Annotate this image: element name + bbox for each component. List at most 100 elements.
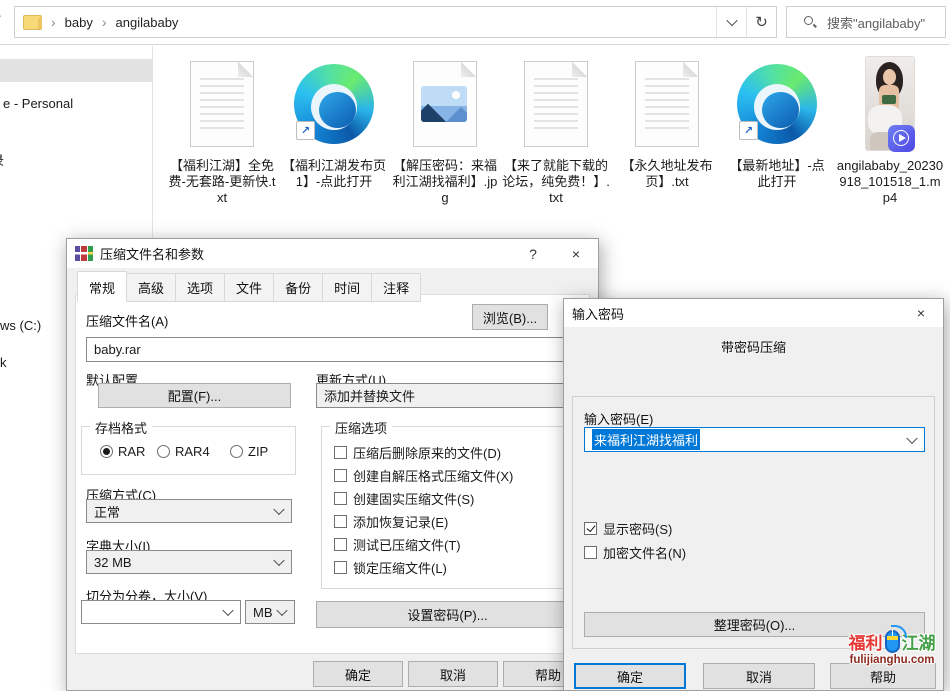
radio-icon — [157, 445, 170, 458]
volume-size-combobox[interactable] — [81, 600, 241, 624]
chevron-down-icon — [273, 504, 284, 515]
compression-method-combobox[interactable]: 正常 — [86, 499, 292, 523]
close-icon[interactable]: × — [556, 239, 596, 268]
browse-button[interactable]: 浏览(B)... — [472, 304, 548, 330]
breadcrumb-item-baby[interactable]: baby — [65, 15, 93, 30]
address-bar[interactable]: › baby › angilababy ↻ — [14, 6, 777, 38]
play-icon — [888, 125, 915, 152]
sidebar-item-clipped[interactable]: 录 — [0, 150, 10, 168]
file-item[interactable]: ↗ 【福利江湖发布页1】-点此打开 — [280, 55, 388, 190]
archive-format-group: 存档格式 RAR RAR4 ZIP — [81, 426, 296, 475]
checkbox-icon — [334, 561, 347, 574]
file-name: 【来了就能下载的论坛，纯免费！】.txt — [502, 158, 610, 206]
sidebar-item-onedrive[interactable]: e - Personal — [3, 96, 73, 111]
radio-rar4[interactable]: RAR4 — [157, 444, 210, 459]
chevron-down-icon — [276, 605, 287, 616]
mouse-icon — [885, 630, 900, 653]
file-item[interactable]: 【解压密码：来福利江湖找福利】.jpg — [391, 55, 499, 206]
archive-name-label: 压缩文件名(A) — [86, 311, 168, 330]
checkbox-recovery[interactable]: 添加恢复记录(E) — [334, 512, 448, 531]
search-input[interactable]: 搜索"angilababy" — [786, 6, 946, 38]
edge-browser-icon: ↗ — [280, 55, 388, 152]
cancel-button[interactable]: 取消 — [408, 661, 498, 687]
address-dropdown-button[interactable] — [716, 7, 746, 37]
file-item[interactable]: 【福利江湖】全免费-无套路-更新快.txt — [168, 55, 276, 206]
file-item[interactable]: 【永久地址发布页】.txt — [613, 55, 721, 190]
tab-files[interactable]: 文件 — [225, 273, 274, 302]
checkbox-test[interactable]: 测试已压缩文件(T) — [334, 535, 461, 554]
text-file-icon — [168, 55, 276, 152]
password-value: 来福利江湖找福利 — [592, 429, 700, 450]
help-button[interactable]: 帮助 — [830, 663, 936, 689]
set-password-button[interactable]: 设置密码(P)... — [316, 601, 579, 628]
edge-browser-icon: ↗ — [723, 55, 831, 152]
winrar-archive-dialog: 压缩文件名和参数 ? × 常规 高级 选项 文件 备份 时间 注释 压缩文件名(… — [66, 238, 599, 691]
cancel-button[interactable]: 取消 — [703, 663, 815, 689]
archive-name-value: baby.rar — [94, 342, 141, 357]
sidebar-item-drive-c[interactable]: ws (C:) — [0, 318, 41, 333]
dialog-title-bar[interactable]: 输入密码 — [564, 299, 943, 327]
refresh-icon: ↻ — [755, 13, 768, 31]
chevron-down-icon — [906, 432, 917, 443]
checkbox-delete-files[interactable]: 压缩后删除原来的文件(D) — [334, 443, 501, 462]
checkbox-icon — [334, 515, 347, 528]
ok-button[interactable]: 确定 — [313, 661, 403, 687]
chevron-down-icon — [222, 605, 233, 616]
dialog-title: 压缩文件名和参数 — [100, 244, 204, 263]
dialog-title: 输入密码 — [572, 304, 624, 323]
compression-options-group: 压缩选项 压缩后删除原来的文件(D) 创建自解压格式压缩文件(X) 创建固实压缩… — [321, 426, 581, 589]
watermark-domain: fulijianghu.com — [836, 654, 948, 666]
file-name: angilababy_20230918_101518_1.mp4 — [836, 158, 944, 206]
radio-rar[interactable]: RAR — [100, 444, 145, 459]
tab-general[interactable]: 常规 — [77, 271, 127, 302]
sidebar-item-k[interactable]: k — [0, 355, 7, 370]
address-bar-controls: ↻ — [716, 7, 776, 37]
up-icon[interactable]: ↑ — [0, 10, 3, 28]
checkbox-sfx[interactable]: 创建自解压格式压缩文件(X) — [334, 466, 513, 485]
text-file-icon — [613, 55, 721, 152]
explorer-toolbar: ↑ › baby › angilababy ↻ 搜索"angilababy" — [0, 0, 950, 45]
tab-time[interactable]: 时间 — [323, 273, 372, 302]
refresh-button[interactable]: ↻ — [746, 7, 776, 37]
checkbox-lock[interactable]: 锁定压缩文件(L) — [334, 558, 447, 577]
password-input-label: 输入密码(E) — [584, 409, 653, 428]
tab-backup[interactable]: 备份 — [274, 273, 323, 302]
checkbox-solid[interactable]: 创建固实压缩文件(S) — [334, 489, 474, 508]
video-thumbnail — [836, 55, 944, 152]
file-item[interactable]: 【来了就能下载的论坛，纯免费！】.txt — [502, 55, 610, 206]
checkbox-icon — [334, 492, 347, 505]
shortcut-arrow-icon: ↗ — [739, 121, 758, 140]
radio-zip[interactable]: ZIP — [230, 444, 268, 459]
sidebar-item-selected[interactable] — [0, 59, 152, 82]
breadcrumb-separator: › — [102, 14, 107, 30]
dictionary-size-combobox[interactable]: 32 MB — [86, 550, 292, 574]
help-titlebar-button[interactable]: ? — [513, 239, 553, 268]
update-mode-value: 添加并替换文件 — [324, 386, 415, 405]
update-mode-combobox[interactable]: 添加并替换文件 — [316, 383, 589, 408]
breadcrumb-item-angilababy[interactable]: angilababy — [116, 15, 179, 30]
tab-advanced[interactable]: 高级 — [127, 273, 176, 302]
file-item[interactable]: ↗ 【最新地址】-点此打开 — [723, 55, 831, 190]
password-input[interactable]: 来福利江湖找福利 — [584, 427, 925, 452]
file-item[interactable]: angilababy_20230918_101518_1.mp4 — [836, 55, 944, 206]
ok-button[interactable]: 确定 — [574, 663, 686, 689]
checkbox-encrypt-names[interactable]: 加密文件名(N) — [584, 543, 686, 562]
file-name: 【福利江湖】全免费-无套路-更新快.txt — [168, 158, 276, 206]
file-name: 【永久地址发布页】.txt — [613, 158, 721, 190]
checkbox-show-password[interactable]: 显示密码(S) — [584, 519, 672, 538]
checkbox-icon — [584, 546, 597, 559]
search-text: 搜索"angilababy" — [827, 13, 925, 32]
chevron-down-icon — [273, 555, 284, 566]
volume-unit-combobox[interactable]: MB — [245, 600, 295, 624]
file-name: 【福利江湖发布页1】-点此打开 — [280, 158, 388, 190]
archive-name-combobox[interactable]: baby.rar — [86, 337, 589, 362]
chevron-down-icon — [726, 15, 737, 26]
close-icon[interactable]: × — [901, 299, 941, 327]
text-file-icon — [502, 55, 610, 152]
radio-icon — [100, 445, 113, 458]
tab-options[interactable]: 选项 — [176, 273, 225, 302]
tab-comment[interactable]: 注释 — [372, 273, 421, 302]
radio-icon — [230, 445, 243, 458]
profile-button[interactable]: 配置(F)... — [98, 383, 291, 408]
checkbox-icon — [334, 538, 347, 551]
